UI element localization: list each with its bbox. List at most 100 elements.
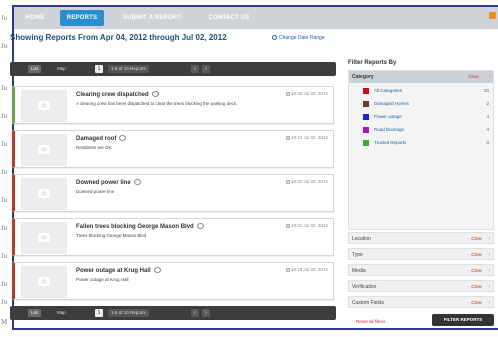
category-item[interactable]: All Categories 10	[363, 86, 489, 96]
category-label: Category	[352, 74, 374, 80]
list-view-button[interactable]: List	[28, 309, 42, 317]
report-description: Residents are OK	[76, 145, 112, 150]
background-text: Ju	[1, 14, 8, 22]
background-text: Ju	[1, 252, 8, 260]
background-page-strip: Ju Ju Ju Ju Ju Ju Ju Ju Ju Ju Ju M	[0, 0, 12, 337]
category-item[interactable]: Damaged Homes 2	[363, 99, 489, 109]
background-text: M	[1, 318, 8, 326]
report-description: Power outage at Krug Hall	[76, 277, 129, 282]
nav-contact-us[interactable]: CONTACT US	[200, 7, 258, 29]
category-item[interactable]: Trusted Reports 0	[363, 138, 489, 148]
expand-icon[interactable]: ›	[488, 300, 490, 306]
filter-section-verification[interactable]: Verification Clear ›	[348, 280, 494, 292]
nav-submit-report[interactable]: SUBMIT A REPORT	[114, 7, 190, 29]
filter-section-media[interactable]: Media Clear ›	[348, 264, 494, 276]
category-count: 0	[486, 140, 489, 145]
background-text: Ju	[1, 84, 8, 92]
filter-section-type[interactable]: Type Clear ›	[348, 248, 494, 260]
report-title[interactable]: Clearing crew dispatched	[76, 91, 159, 98]
clear-link[interactable]: Clear	[471, 252, 482, 257]
top-navigation: HOME REPORTS SUBMIT A REPORT CONTACT US	[14, 7, 498, 29]
map-view-button[interactable]: Map	[54, 309, 69, 317]
clock-icon	[285, 268, 290, 272]
clear-link[interactable]: Clear	[471, 300, 482, 305]
map-view-button[interactable]: Map	[54, 65, 69, 73]
report-title[interactable]: Damaged roof	[76, 135, 127, 142]
clear-link[interactable]: Clear	[471, 284, 482, 289]
page-number[interactable]: 1	[95, 65, 103, 73]
clear-category-link[interactable]: Clear	[468, 74, 479, 79]
category-color-swatch	[363, 88, 369, 94]
report-card[interactable]: Damaged roof Residents are OK 10:24 Jul …	[12, 130, 334, 168]
expand-icon[interactable]: ›	[488, 252, 490, 258]
report-count: 1-5 of 10 Reports	[108, 309, 149, 317]
category-name: Power outage	[374, 114, 402, 119]
category-color-swatch	[363, 140, 369, 146]
reports-toolbar-top: List Map 1 1-5 of 10 Reports ‹ ›	[10, 62, 336, 76]
rss-icon[interactable]	[489, 12, 496, 19]
comment-icon	[133, 179, 141, 185]
category-count: 2	[486, 101, 489, 106]
next-page-button[interactable]: ›	[202, 309, 210, 317]
report-thumbnail	[21, 222, 67, 254]
reset-filters-link[interactable]: Reset all filters	[356, 319, 386, 324]
camera-icon	[38, 277, 50, 286]
prev-page-button[interactable]: ‹	[191, 65, 199, 73]
expand-icon[interactable]: ›	[488, 268, 490, 274]
report-title[interactable]: Fallen trees blocking George Mason Blvd	[76, 223, 204, 230]
category-name: Damaged Homes	[374, 101, 410, 106]
category-item[interactable]: Road blockage 4	[363, 125, 489, 135]
category-name: Trusted Reports	[374, 140, 407, 145]
clock-icon	[285, 224, 290, 228]
reports-toolbar-bottom: List Map 1 1-5 of 10 Reports ‹ ›	[10, 306, 336, 320]
nav-home[interactable]: HOME	[18, 7, 52, 29]
clock-icon	[285, 92, 290, 96]
prev-page-button[interactable]: ‹	[191, 309, 199, 317]
filter-section-custom-fields[interactable]: Custom Fields Clear ›	[348, 296, 494, 308]
camera-icon	[38, 233, 50, 242]
report-card[interactable]: Power outage at Krug Hall Power outage a…	[12, 262, 334, 300]
camera-icon	[38, 101, 50, 110]
expand-icon[interactable]: ›	[488, 236, 490, 242]
collapse-icon[interactable]: ›	[488, 74, 490, 80]
nav-reports[interactable]: REPORTS	[60, 10, 104, 26]
category-item[interactable]: Power outage 4	[363, 112, 489, 122]
background-text: Ju	[1, 196, 8, 204]
report-thumbnail	[21, 266, 67, 298]
report-date: 10:36 Jul 02, 2012	[285, 91, 328, 96]
background-text: Ju	[1, 42, 8, 50]
category-filter: Category Clear › All Categories 10 Damag…	[348, 70, 494, 230]
expand-icon[interactable]: ›	[488, 284, 490, 290]
category-header[interactable]: Category Clear ›	[349, 71, 493, 83]
report-card[interactable]: Clearing crew dispatched A clearing crew…	[12, 86, 334, 124]
filter-reports-button[interactable]: FILTER REPORTS	[432, 314, 494, 326]
category-color-swatch	[363, 127, 369, 133]
next-page-button[interactable]: ›	[202, 65, 210, 73]
report-card[interactable]: Fallen trees blocking George Mason Blvd …	[12, 218, 334, 256]
background-text: Ju	[1, 280, 8, 288]
report-title[interactable]: Power outage at Krug Hall	[76, 267, 161, 274]
clear-link[interactable]: Clear	[471, 268, 482, 273]
filter-section-location[interactable]: Location Clear ›	[348, 232, 494, 244]
background-text: Ju	[1, 298, 8, 306]
comment-icon	[119, 135, 127, 141]
change-date-range-link[interactable]: Change Date Range	[272, 35, 325, 41]
report-thumbnail	[21, 178, 67, 210]
background-text: Ju	[1, 224, 8, 232]
report-date: 10:18 Jul 02, 2012	[285, 267, 328, 272]
page-number[interactable]: 1	[95, 309, 103, 317]
category-color-swatch	[363, 101, 369, 107]
list-view-button[interactable]: List	[28, 65, 42, 73]
category-count: 4	[486, 127, 489, 132]
report-date: 10:21 Jul 02, 2012	[285, 223, 328, 228]
clear-link[interactable]: Clear	[471, 236, 482, 241]
report-card[interactable]: Downed power line Downed power line 10:2…	[12, 174, 334, 212]
report-title[interactable]: Downed power line	[76, 179, 141, 186]
background-text: Ju	[1, 168, 8, 176]
report-description: A clearing crew has been dispatched to c…	[76, 101, 238, 106]
category-count: 10	[483, 88, 489, 93]
clock-icon	[285, 180, 290, 184]
category-color-swatch	[363, 114, 369, 120]
page-title: Showing Reports From Apr 04, 2012 throug…	[10, 33, 227, 42]
camera-icon	[38, 189, 50, 198]
